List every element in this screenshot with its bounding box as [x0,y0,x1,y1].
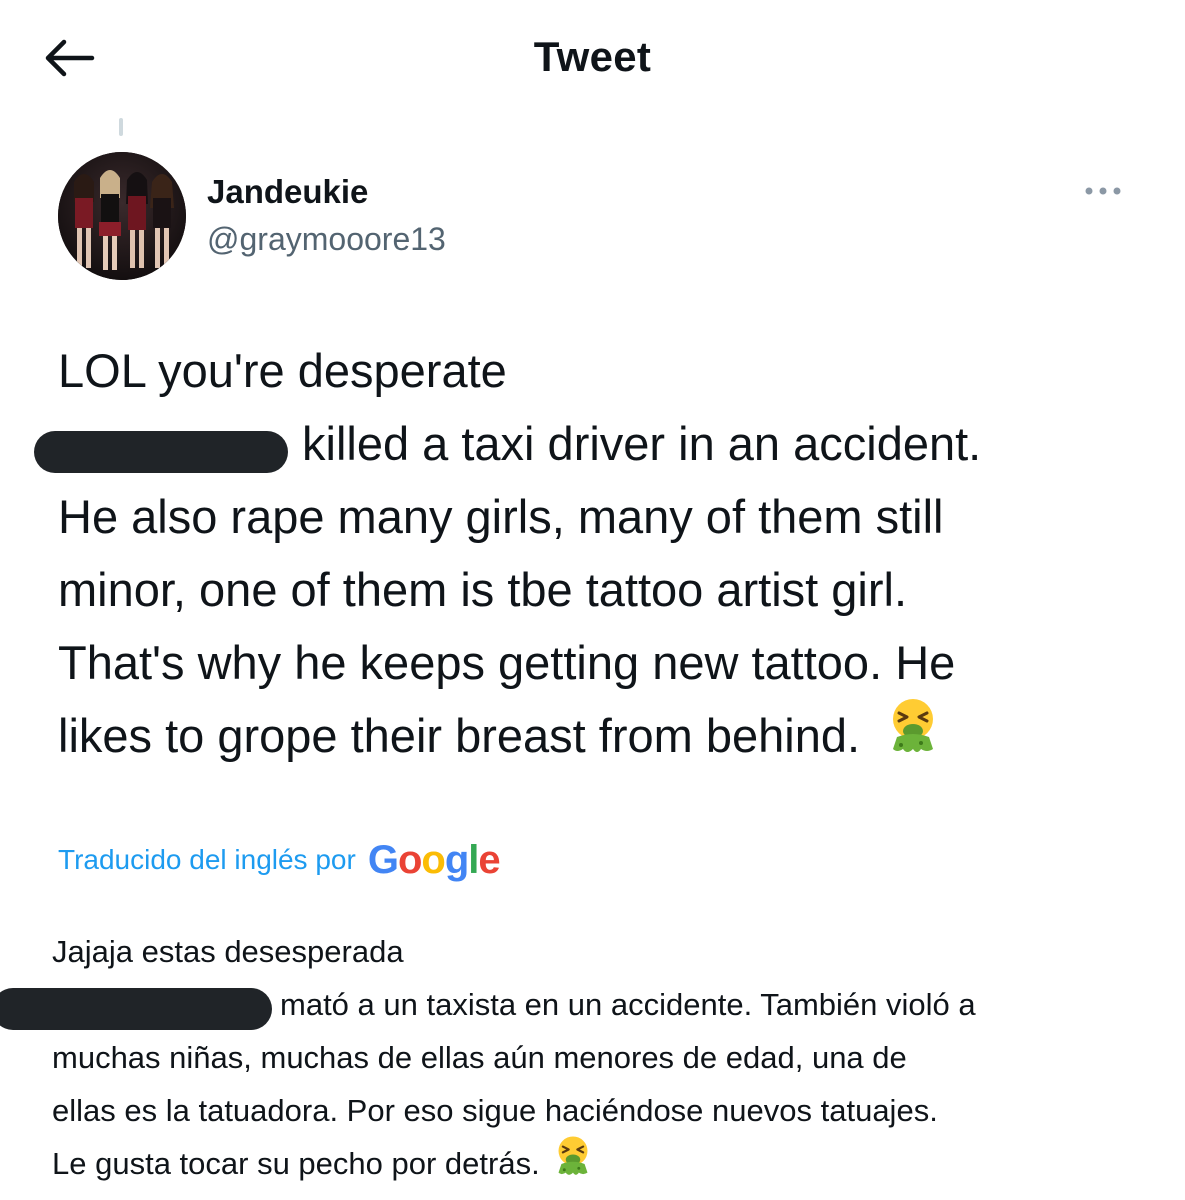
tweet-text: LOL you're desperate killed a taxi drive… [34,334,1158,775]
translated-text-line: mató a un taxista en un accidente. Tambi… [0,978,1162,1031]
google-logo: Google [367,838,501,882]
tweet-text-line: He also rape many girls, many of them st… [58,490,944,543]
avatar[interactable] [58,152,186,280]
redaction-bar [0,987,272,1030]
author-handle[interactable]: @graymooore13 [207,219,446,259]
redaction-bar [34,430,288,473]
avatar-image [58,152,186,280]
translated-text-line: ellas es la tatuadora. Por eso sigue hac… [52,1093,938,1128]
translated-text-line: Jajaja estas desesperada [52,934,404,969]
tweet-text-line: killed a taxi driver in an accident. [34,407,1158,480]
page-title: Tweet [533,33,652,80]
author-display-name[interactable]: Jandeukie [207,172,368,212]
nauseated-face-emoji-icon [887,697,939,775]
more-options-button[interactable] [1080,176,1126,206]
translated-text-line: muchas niñas, muchas de ellas aún menore… [52,1040,907,1075]
nauseated-face-emoji-icon [554,1135,592,1193]
translation-label: Traducido del inglés por [58,844,356,875]
tweet-text-line: LOL you're desperate [58,344,507,397]
tweet-text-line: minor, one of them is tbe tattoo artist … [58,563,908,616]
translation-attribution-link[interactable]: Traducido del inglés por Google [58,838,501,882]
more-horizontal-icon [1085,187,1121,195]
translated-text: Jajaja estas desesperada mató a un taxis… [0,925,1162,1193]
top-bar: Tweet [0,0,1185,115]
tweet-text-line: likes to grope their breast from behind. [58,697,1158,775]
translated-text-line: Le gusta tocar su pecho por detrás. [52,1135,1162,1193]
thread-connector-line [119,118,123,136]
tweet-text-line: That's why he keeps getting new tattoo. … [58,636,956,689]
